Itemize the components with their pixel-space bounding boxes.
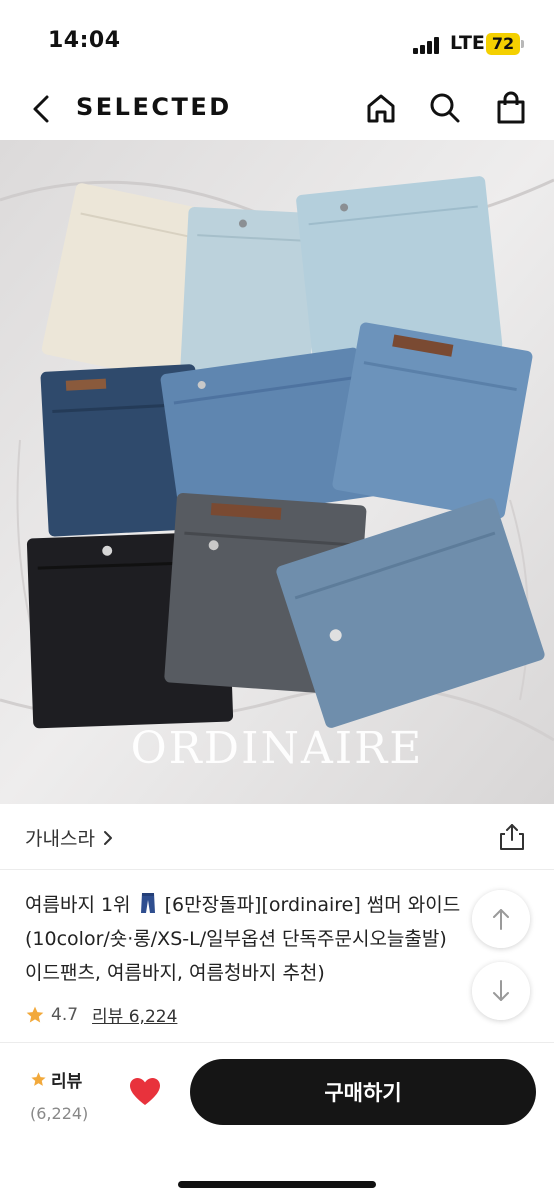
status-time: 14:04 — [48, 28, 121, 53]
search-icon[interactable] — [428, 90, 462, 126]
rating-value: 4.7 — [51, 1004, 79, 1025]
review-summary[interactable]: 리뷰 (6,224) — [30, 1067, 110, 1123]
review-label: 리뷰 — [51, 1072, 83, 1092]
star-icon — [31, 1072, 46, 1086]
chevron-right-icon — [103, 830, 112, 845]
store-link[interactable]: 가내스라 — [25, 824, 113, 851]
bottom-action-bar: 리뷰 (6,224) 구매하기 — [0, 1042, 554, 1200]
scroll-down-button[interactable] — [472, 962, 530, 1020]
signal-strength-icon — [413, 36, 443, 54]
scroll-up-button[interactable] — [472, 890, 530, 948]
medium-blue-jeans-2 — [332, 322, 533, 519]
rating-summary: 4.7 리뷰 6,224 — [25, 1002, 177, 1027]
network-type: LTE — [450, 32, 485, 54]
arrow-up-icon — [493, 909, 509, 930]
jeans-emoji-icon — [140, 893, 155, 913]
shopping-bag-icon[interactable] — [494, 90, 528, 126]
battery-level: 72 — [486, 33, 520, 55]
title-line-2: (10color/숏·롱/XS-L/일부옵션 단독주문시오늘출발) — [25, 928, 447, 950]
brand-watermark: ORDINAIRE — [130, 723, 424, 774]
share-icon[interactable] — [494, 819, 530, 855]
star-icon — [26, 1006, 44, 1022]
review-count: (6,224) — [30, 1104, 89, 1123]
back-arrow-icon[interactable] — [26, 92, 56, 126]
nav-bar: SELECTED — [0, 84, 554, 140]
status-bar: 14:04 LTE 72 — [0, 0, 554, 84]
store-name: 가내스라 — [25, 828, 95, 850]
buy-button[interactable]: 구매하기 — [190, 1059, 536, 1125]
arrow-down-icon — [493, 980, 509, 1001]
title-part-1: 여름바지 1위 — [25, 894, 131, 916]
title-line-3: 이드팬츠, 여름바지, 여름청바지 추천) — [25, 962, 325, 984]
light-blue-jeans-1 — [180, 206, 319, 378]
home-indicator — [178, 1181, 376, 1188]
battery-icon — [521, 40, 524, 48]
page-title: SELECTED — [76, 93, 232, 121]
store-row: 가내스라 — [0, 804, 554, 870]
product-title: 여름바지 1위 [6만장돌파][ordinaire] 썸머 와이드 (10col… — [25, 888, 505, 990]
heart-icon[interactable] — [126, 1073, 164, 1111]
home-icon[interactable] — [364, 90, 398, 126]
title-part-2: [6만장돌파][ordinaire] 썸머 와이드 — [164, 894, 461, 916]
product-image[interactable]: ORDINAIRE — [0, 140, 554, 804]
review-count-link[interactable]: 리뷰 6,224 — [92, 1002, 177, 1027]
